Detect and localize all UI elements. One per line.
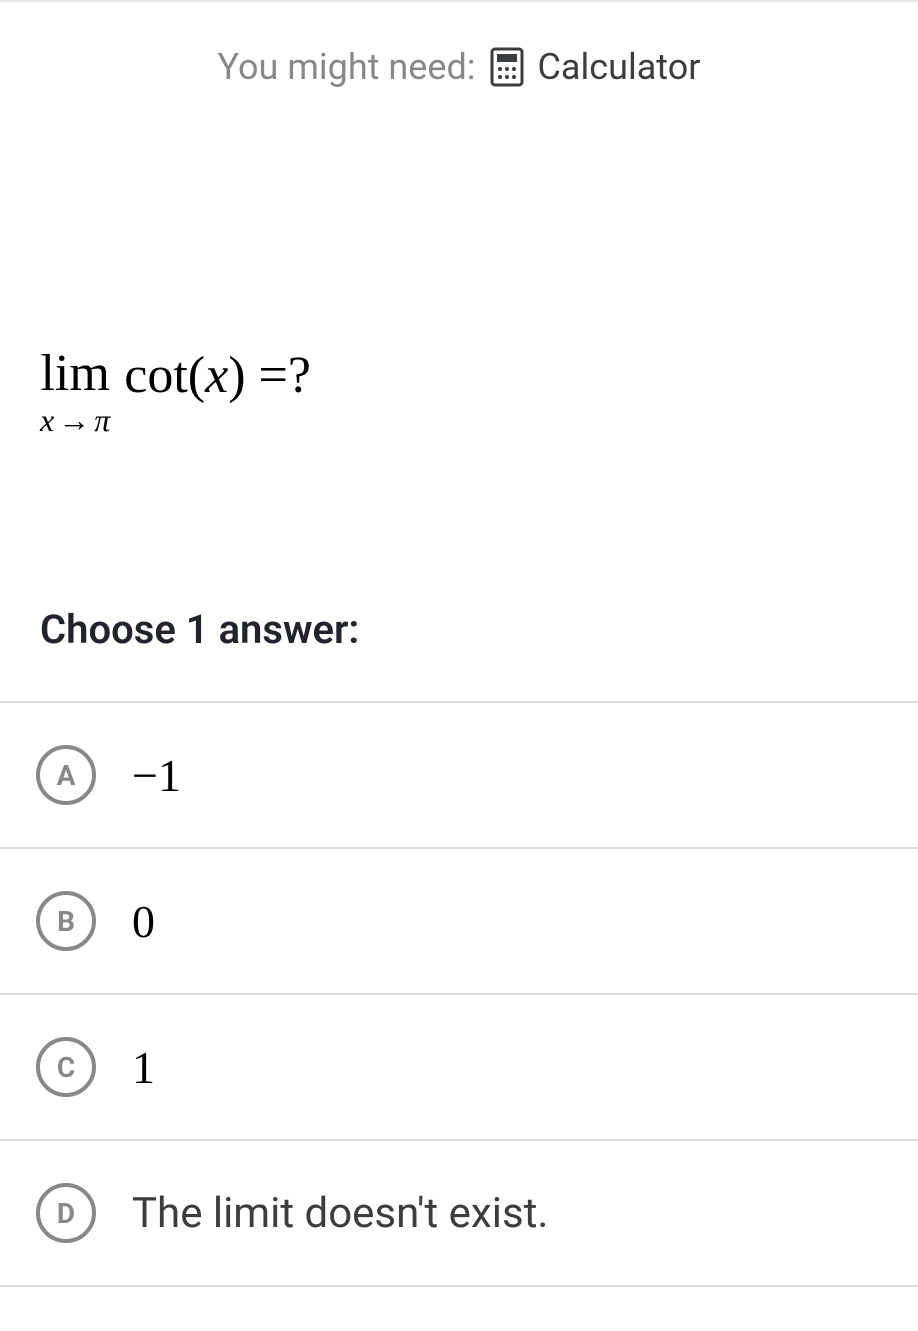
choice-letter-a: A (36, 745, 96, 805)
choice-a[interactable]: A −1 (0, 703, 918, 849)
lim-label: lim (40, 348, 109, 400)
lim-subscript: x→π (40, 404, 110, 436)
choice-b[interactable]: B 0 (0, 849, 918, 995)
choice-text-c: 1 (132, 1041, 155, 1094)
choice-text-a: −1 (132, 749, 181, 802)
hint-prefix: You might need: (218, 46, 476, 88)
choice-letter-d: D (36, 1183, 96, 1243)
calculator-link[interactable]: Calculator (538, 46, 701, 88)
limit-operator: lim x→π (40, 348, 110, 436)
answer-choices: A −1 B 0 C 1 D The limit doesn't exist. (0, 701, 918, 1287)
arrow-icon: → (54, 402, 94, 438)
hint-bar: You might need: Calculator (0, 2, 918, 118)
choice-d[interactable]: D The limit doesn't exist. (0, 1141, 918, 1287)
choice-letter-b: B (36, 891, 96, 951)
func-arg: x (205, 347, 228, 404)
function-part: cot(x) =? (124, 348, 311, 402)
choice-text-d: The limit doesn't exist. (132, 1189, 548, 1238)
choice-text-b: 0 (132, 895, 155, 948)
choice-letter-c: C (36, 1037, 96, 1097)
exercise-container: You might need: Calculator lim x→π (0, 0, 918, 1287)
limit-expression: lim x→π cot(x) =? (40, 348, 878, 436)
equals-question: =? (246, 347, 311, 404)
choose-prompt: Choose 1 answer: (0, 436, 918, 701)
lim-target: π (94, 402, 110, 438)
func-name: cot (124, 347, 188, 404)
lim-var: x (40, 402, 54, 438)
choice-c[interactable]: C 1 (0, 995, 918, 1141)
calculator-icon (490, 47, 524, 87)
question-area: lim x→π cot(x) =? (0, 118, 918, 436)
